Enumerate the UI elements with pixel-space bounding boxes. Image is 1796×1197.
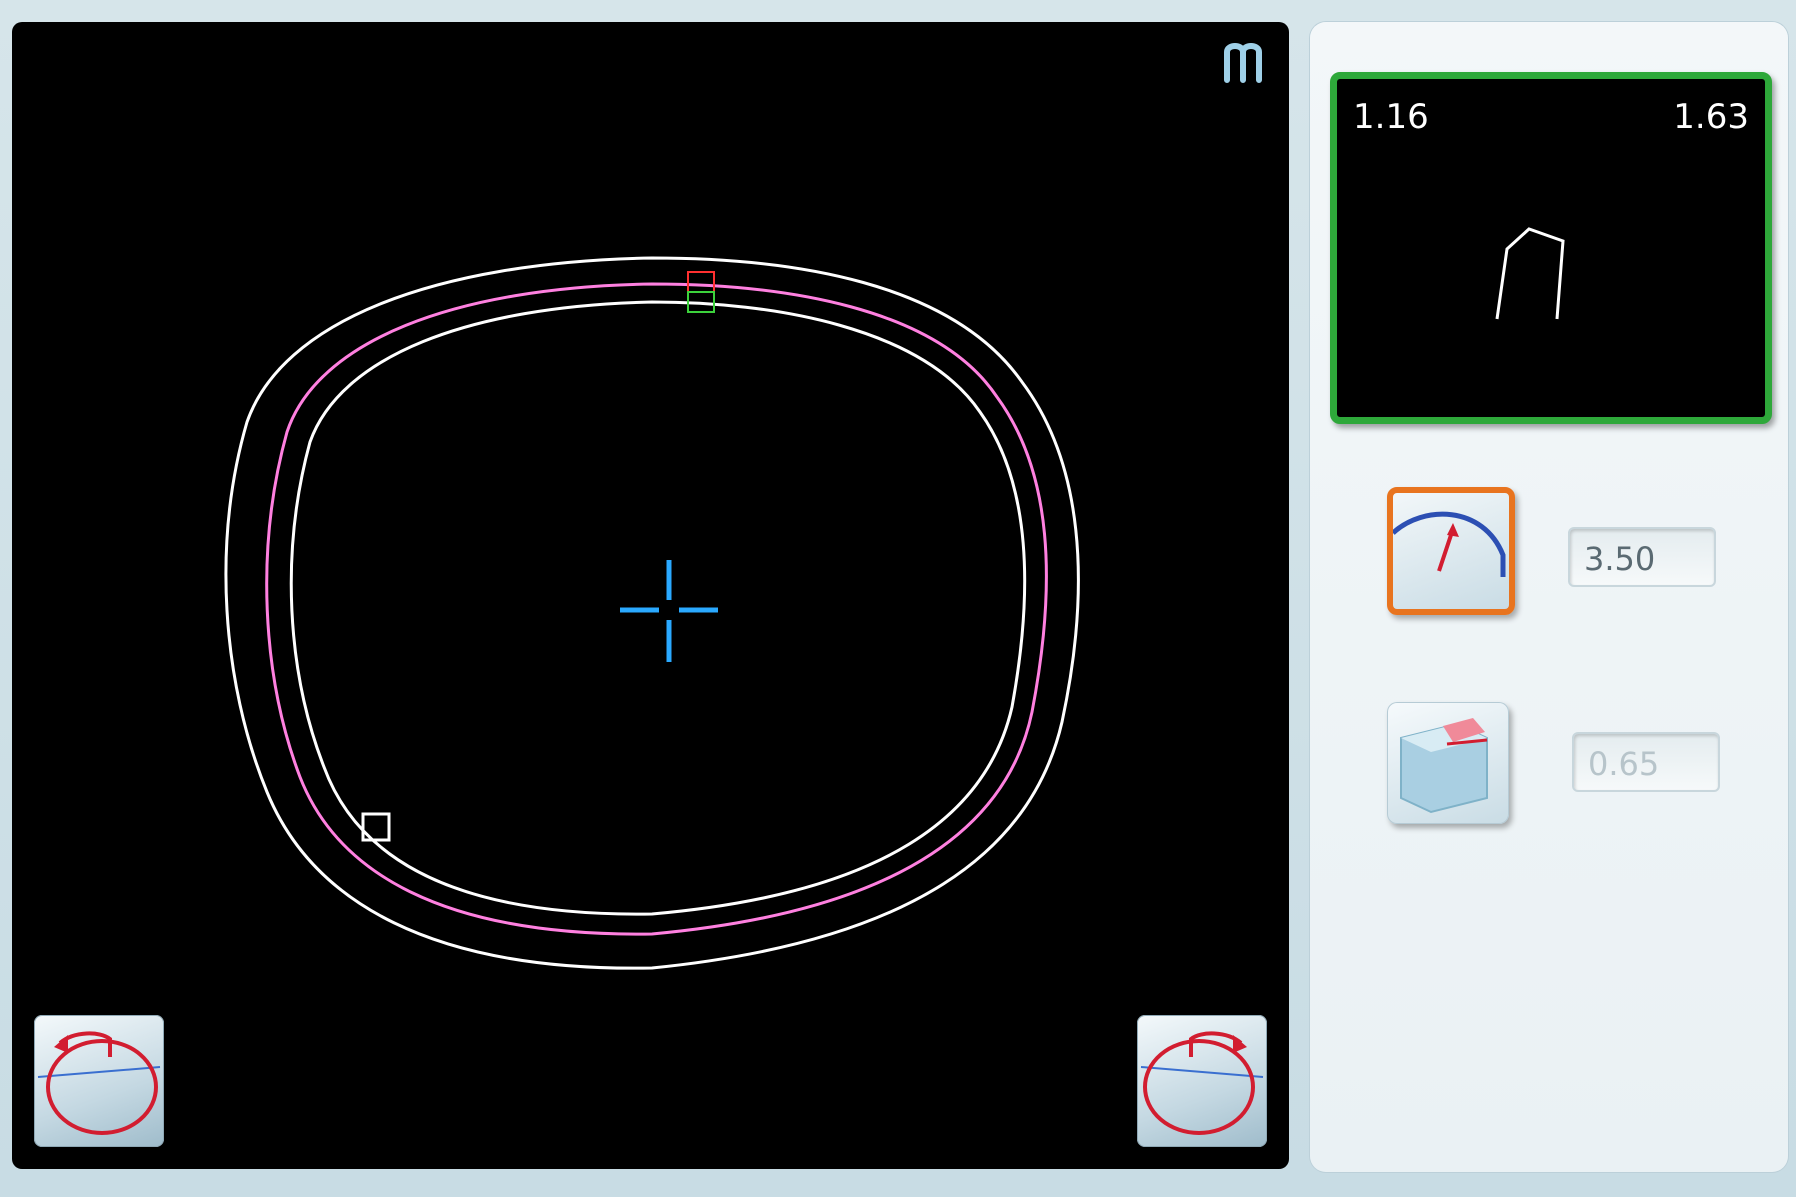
bevel-profile-shape [1495,227,1565,320]
lens-outline-drawing [224,256,1080,970]
lens-shape-view[interactable] [12,22,1289,1169]
optical-center-cross [620,560,718,662]
edge-polish-icon [1400,718,1488,814]
edge-polish-button[interactable] [1387,702,1509,824]
rotate-right-button[interactable] [1137,1015,1267,1147]
bevel-size-field[interactable]: 3.50 [1568,527,1716,587]
bevel-size-button[interactable] [1387,487,1515,615]
rotate-left-button[interactable] [34,1015,164,1147]
rotate-left-icon [37,1031,161,1135]
bevel-gauge-icon [1391,511,1506,577]
marker-red [687,271,715,293]
screen: 1.16 1.63 3.50 0.65 [0,0,1796,1197]
brand-logo-icon [1224,43,1262,83]
bevel-profile-preview[interactable]: 1.16 1.63 [1330,72,1772,424]
parameters-panel: 1.16 1.63 3.50 0.65 [1310,22,1788,1172]
edge-polish-field[interactable]: 0.65 [1572,732,1720,792]
rotate-right-icon [1140,1031,1264,1135]
outer-lens-outline [224,256,1080,970]
